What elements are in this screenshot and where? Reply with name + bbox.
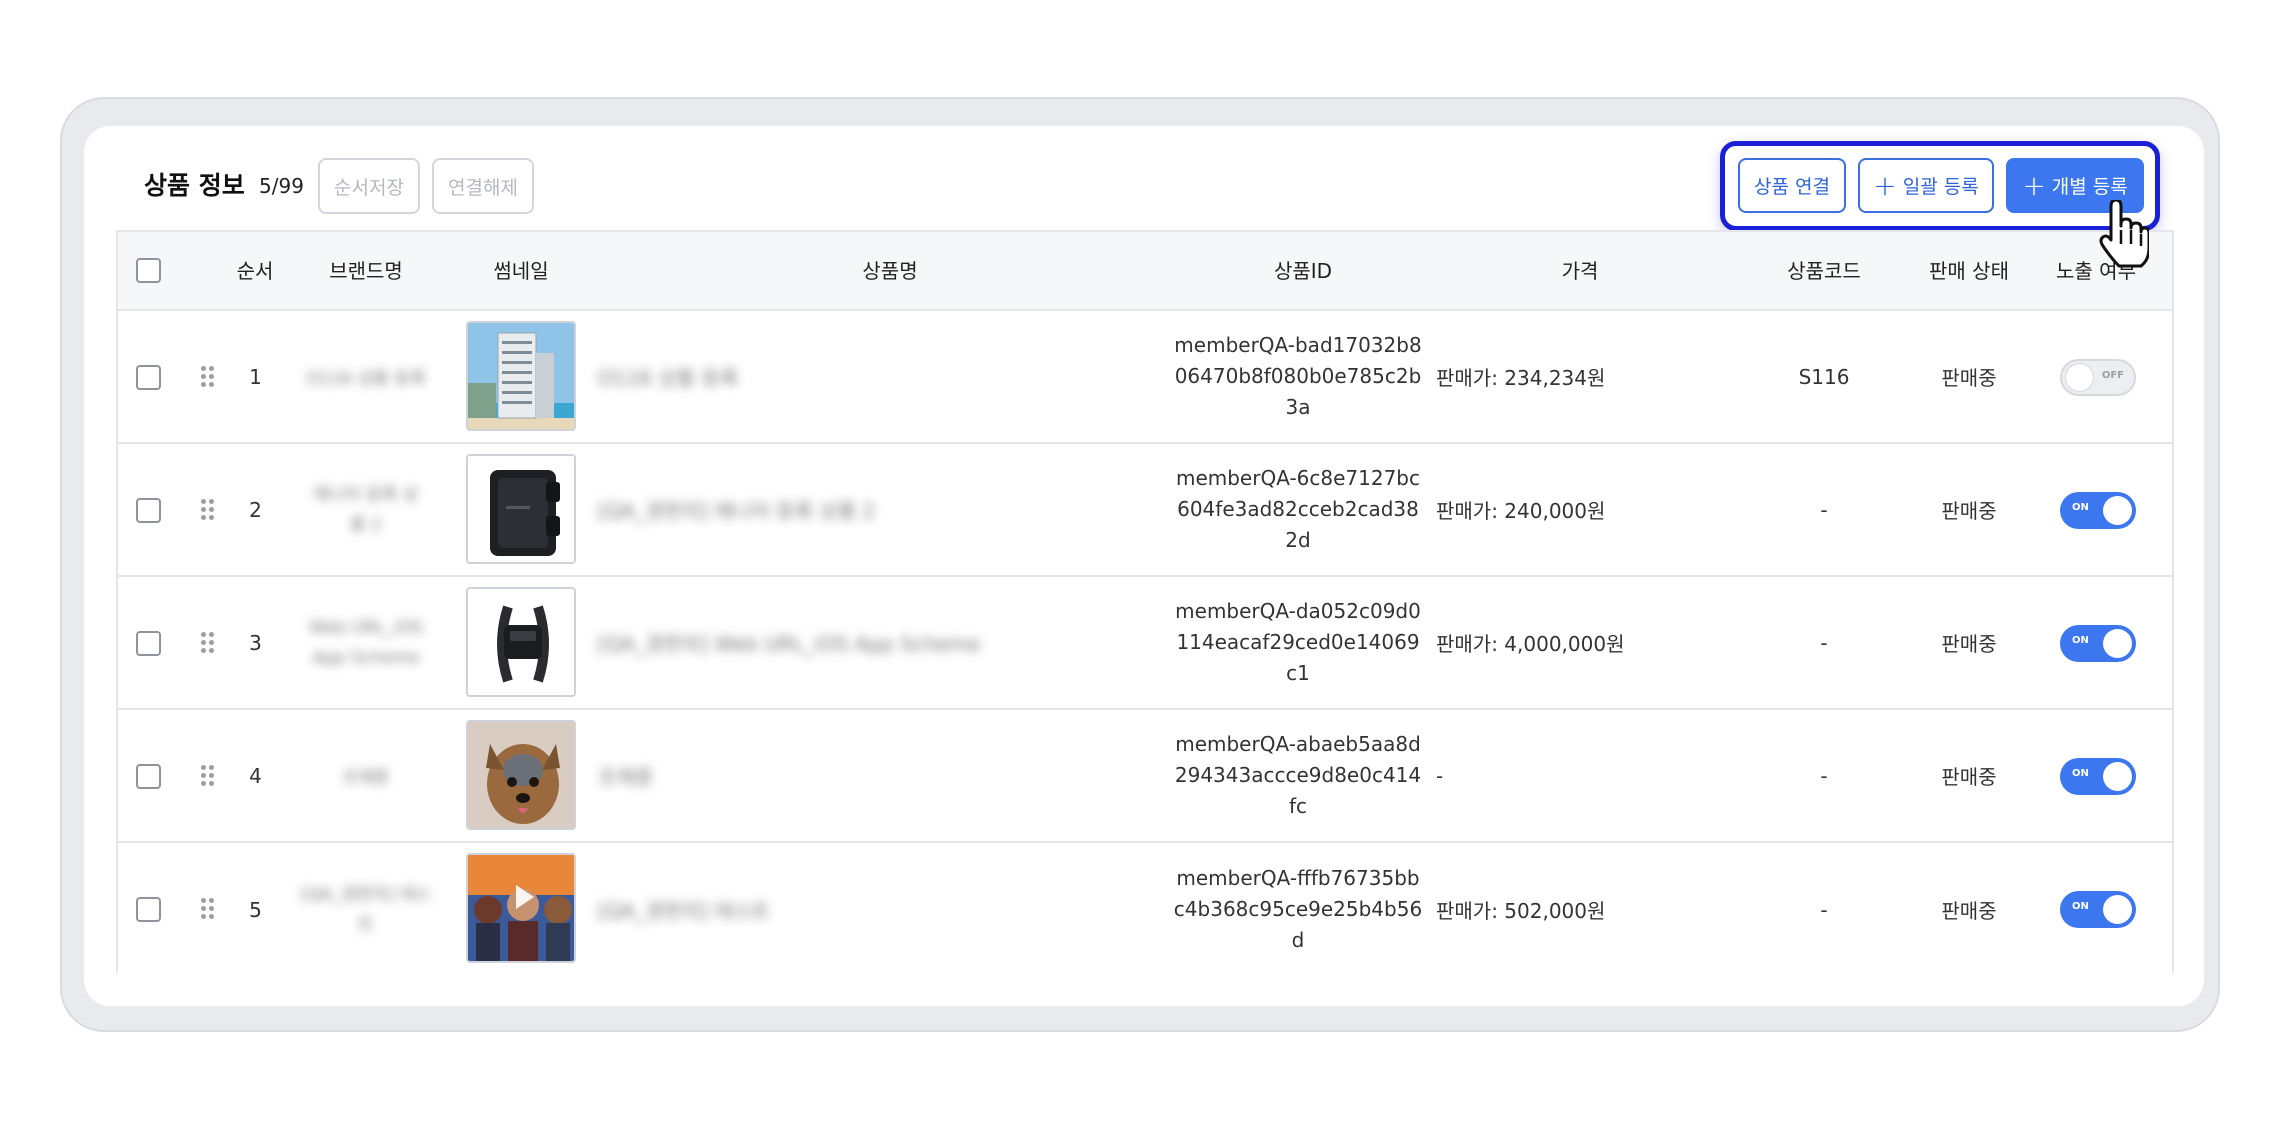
- row-brand: [QA_경한의] 테스트: [300, 884, 432, 935]
- table-row: 1 O116 상품 등록 O116 상품 등록 memberQA-bad1703…: [118, 311, 2172, 444]
- exposure-toggle[interactable]: ON: [2060, 492, 2136, 529]
- bulk-register-label: 일괄 등록: [1902, 176, 1979, 198]
- table-row: 5 [QA_경한의] 테스트 [QA_경한의] 테스트 memberQA-fff…: [118, 843, 2172, 976]
- drag-handle-icon[interactable]: [201, 898, 215, 920]
- row-product-id: memberQA-da052c09d0114eacaf29ced0e14069c…: [1175, 599, 1421, 685]
- row-product-id: memberQA-abaeb5aa8d294343accce9d8e0c414f…: [1174, 732, 1422, 818]
- row-price: 판매가: 234,234원: [1436, 366, 1606, 390]
- plus-icon: +: [2022, 168, 2046, 202]
- phone-case-image: [466, 454, 576, 564]
- unlink-button[interactable]: 연결해제: [432, 158, 534, 214]
- exposure-toggle[interactable]: ON: [2060, 891, 2136, 928]
- row-product-id: memberQA-fffb76735bbc4b368c95ce9e25b4b56…: [1173, 866, 1423, 952]
- table-row: 4 조재훈 조재훈 memberQA-abaeb5aa8d294343accce…: [118, 710, 2172, 843]
- drag-handle-icon[interactable]: [201, 366, 215, 388]
- row-product-code: -: [1820, 497, 1828, 522]
- column-brand: 브랜드명: [329, 259, 403, 283]
- row-checkbox[interactable]: [136, 498, 161, 523]
- row-product-code: -: [1820, 763, 1828, 788]
- row-product-code: -: [1820, 630, 1828, 655]
- column-product-code: 상품코드: [1787, 259, 1861, 283]
- row-checkbox[interactable]: [136, 631, 161, 656]
- movie-poster-image: [466, 853, 576, 963]
- row-sale-status: 판매중: [1941, 632, 1997, 656]
- product-table: 순서 브랜드명 썸네일 상품명 상품ID 가격 상품코드 판매 상태 노출 여부…: [116, 230, 2174, 976]
- row-brand: Web URL_iOS App Scheme: [309, 617, 423, 668]
- row-checkbox[interactable]: [136, 365, 161, 390]
- row-price: 판매가: 4,000,000원: [1436, 632, 1625, 656]
- exposure-toggle[interactable]: OFF: [2060, 359, 2136, 396]
- exposure-toggle[interactable]: ON: [2060, 758, 2136, 795]
- column-product-id: 상품ID: [1273, 259, 1333, 283]
- table-row: 2 에니어 등록 상품 2 [QA_경한의] 에니어 등록 상품 2 membe…: [118, 444, 2172, 577]
- column-thumbnail: 썸네일: [493, 259, 549, 283]
- drag-handle-icon[interactable]: [201, 765, 215, 787]
- row-checkbox[interactable]: [136, 897, 161, 922]
- dog-image: [466, 720, 576, 830]
- hotel-image: [466, 321, 576, 431]
- row-order: 5: [249, 897, 262, 922]
- column-price: 가격: [1561, 259, 1599, 283]
- exposure-toggle[interactable]: ON: [2060, 625, 2136, 662]
- plus-icon: +: [1873, 168, 1897, 202]
- bulk-register-button[interactable]: + 일괄 등록: [1858, 158, 1994, 213]
- row-price: -: [1436, 763, 1444, 788]
- table-header: 순서 브랜드명 썸네일 상품명 상품ID 가격 상품코드 판매 상태 노출 여부: [118, 232, 2172, 311]
- page-title: 상품 정보: [144, 171, 245, 200]
- row-sale-status: 판매중: [1941, 366, 1997, 390]
- column-order: 순서: [236, 259, 274, 283]
- row-price: 판매가: 240,000원: [1436, 499, 1606, 523]
- row-price: 판매가: 502,000원: [1436, 899, 1606, 923]
- link-product-label: 상품 연결: [1754, 176, 1830, 198]
- row-product-id: memberQA-6c8e7127bc604fe3ad82cceb2cad382…: [1175, 466, 1421, 552]
- row-sale-status: 판매중: [1941, 499, 1997, 523]
- select-all-checkbox[interactable]: [136, 258, 161, 283]
- row-product-code: S116: [1798, 364, 1850, 389]
- product-count: 5/99: [259, 174, 304, 198]
- row-product-name: O116 상품 등록: [598, 366, 739, 390]
- row-brand: O116 상품 등록: [306, 369, 426, 389]
- hand-cursor-icon: [2099, 200, 2149, 268]
- row-order: 4: [249, 763, 262, 788]
- row-product-name: [QA_경한의] 테스트: [598, 899, 770, 923]
- drag-handle-icon[interactable]: [201, 499, 215, 521]
- row-product-name: 조재훈: [598, 765, 654, 789]
- row-product-code: -: [1820, 897, 1828, 922]
- link-product-button[interactable]: 상품 연결: [1738, 158, 1846, 213]
- row-sale-status: 판매중: [1941, 765, 1997, 789]
- row-checkbox[interactable]: [136, 764, 161, 789]
- table-row: 3 Web URL_iOS App Scheme [QA_경한의] Web UR…: [118, 577, 2172, 710]
- pet-collar-image: [466, 587, 576, 697]
- row-product-id: memberQA-bad17032b806470b8f080b0e785c2b3…: [1174, 333, 1422, 419]
- row-product-name: [QA_경한의] Web URL_iOS App Scheme: [598, 632, 981, 656]
- row-brand: 조재훈: [342, 768, 390, 788]
- column-product-name: 상품명: [862, 259, 918, 283]
- row-order: 1: [249, 364, 262, 389]
- row-product-name: [QA_경한의] 에니어 등록 상품 2: [598, 499, 876, 523]
- individual-register-label: 개별 등록: [2051, 176, 2128, 198]
- row-order: 2: [249, 497, 262, 522]
- column-sale-status: 판매 상태: [1929, 259, 2009, 283]
- save-order-button[interactable]: 순서저장: [318, 158, 420, 214]
- row-sale-status: 판매중: [1941, 899, 1997, 923]
- row-order: 3: [249, 630, 262, 655]
- drag-handle-icon[interactable]: [201, 632, 215, 654]
- row-brand: 에니어 등록 상품 2: [313, 484, 419, 535]
